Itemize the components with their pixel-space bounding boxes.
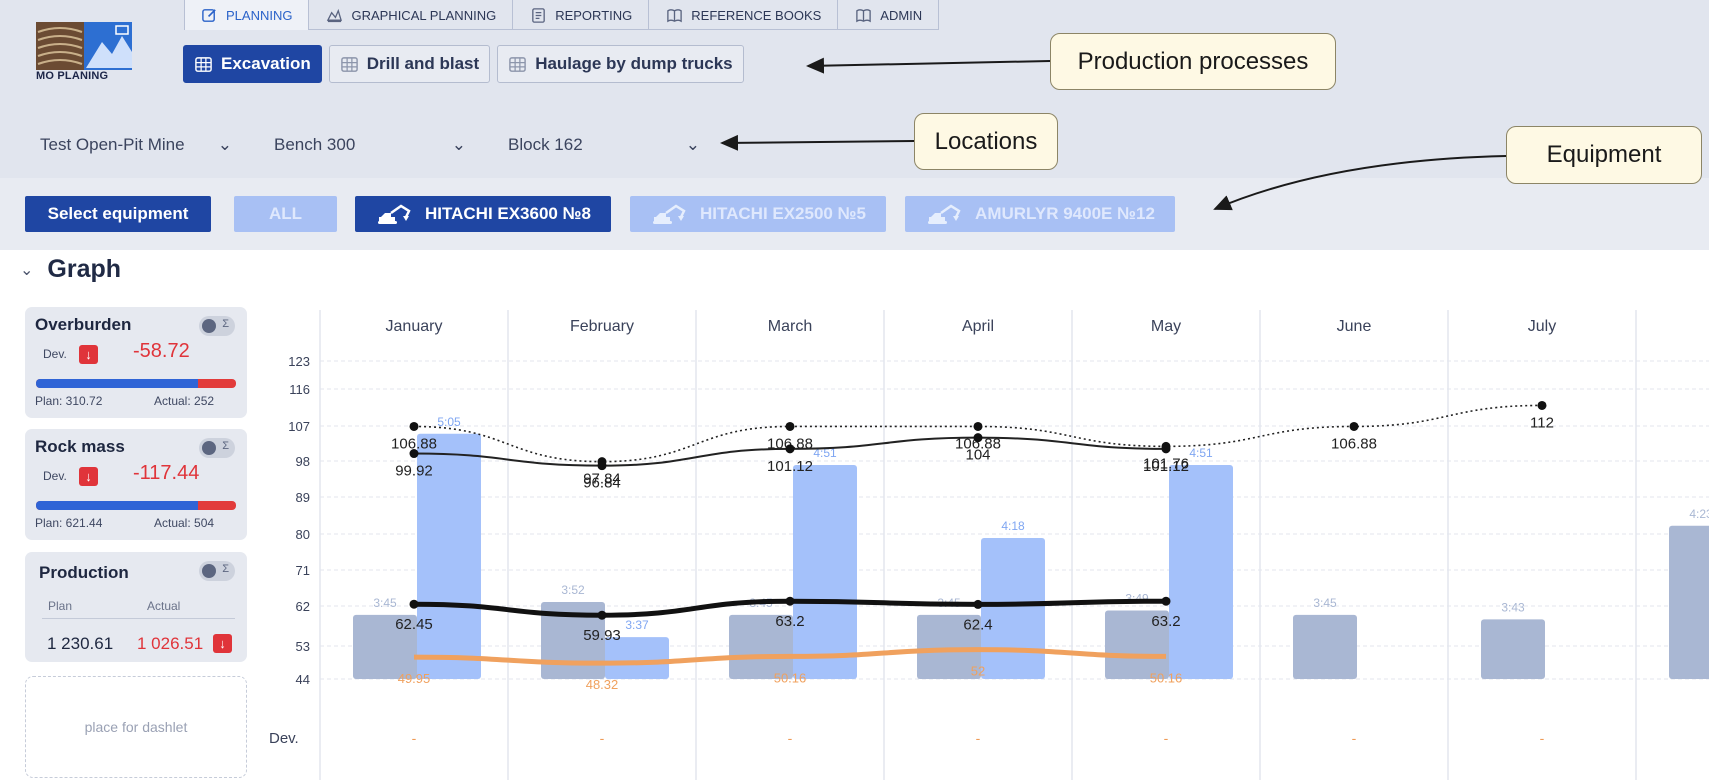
thick-line-point: [973, 599, 983, 609]
thick-point-label: 63.2: [1151, 613, 1180, 630]
month-label: January: [385, 318, 443, 335]
plan-bar-label: 3:43: [1501, 600, 1525, 614]
actual-bar: [981, 538, 1045, 679]
dotted-line-point: [1349, 421, 1359, 431]
thin-line-point: [785, 444, 795, 454]
plan-bar-label: 3:45: [1313, 596, 1337, 610]
thin-point-label: 104: [965, 447, 990, 464]
deviation-value: -: [1163, 730, 1169, 746]
thick-point-label: 59.93: [583, 627, 621, 644]
thick-line-point: [597, 610, 607, 620]
plan-bar: [1293, 614, 1357, 679]
production-chart: 445362718089981071161233:453:523:45 3:45 3…: [288, 310, 1709, 780]
thin-point-label: 96.84: [583, 475, 621, 492]
month-label: February: [569, 318, 635, 335]
actual-bar-label: 5:05: [437, 415, 461, 429]
y-tick-label: 71: [296, 563, 310, 578]
dotted-point-label: 106.88: [1331, 435, 1377, 452]
deviation-value: -: [787, 730, 793, 746]
orange-point-label: 49.95: [398, 671, 431, 686]
y-tick-label: 98: [296, 454, 310, 469]
plan-bar-label: 3:52: [561, 583, 585, 597]
thin-line-point: [597, 461, 607, 471]
app-root: MO PLANING PLANNING GRAPHICAL PLANNING R…: [0, 0, 1709, 782]
month-label: May: [1150, 318, 1182, 335]
dev-row-label: Dev.: [269, 730, 299, 747]
orange-point-label: 52: [971, 664, 985, 679]
thin-point-label: 101.12: [1143, 458, 1189, 475]
actual-bar-label: 4:18: [1001, 519, 1025, 533]
plan-bar-label: 4:23: [1689, 507, 1709, 521]
y-tick-label: 62: [296, 599, 310, 614]
month-label: June: [1336, 318, 1372, 335]
thick-point-label: 63.2: [775, 613, 804, 630]
month-label: April: [961, 318, 994, 335]
y-tick-label: 53: [296, 639, 310, 654]
dotted-line-point: [409, 421, 419, 431]
thick-line-point: [1161, 596, 1171, 606]
thick-point-label: 62.4: [963, 616, 992, 633]
actual-bar-label: 3:37: [625, 618, 649, 632]
thick-point-label: 62.45: [395, 616, 433, 633]
y-tick-label: 107: [288, 419, 310, 434]
thin-line-point: [409, 449, 419, 459]
dotted-line-point: [1537, 400, 1547, 410]
actual-bar-label: 4:51: [1189, 446, 1213, 460]
y-tick-label: 80: [296, 527, 310, 542]
dotted-line-point: [973, 421, 983, 431]
deviation-value: -: [599, 730, 605, 746]
dotted-point-label: 112: [1530, 414, 1554, 431]
orange-point-label: 50.16: [774, 670, 807, 685]
thick-line-point: [785, 596, 795, 606]
y-tick-label: 89: [296, 490, 310, 505]
deviation-value: -: [975, 730, 981, 746]
plan-bar: [1669, 525, 1709, 679]
orange-point-label: 48.32: [586, 677, 619, 692]
plan-bar: [1481, 619, 1545, 679]
month-label: July: [1527, 318, 1557, 335]
actual-bar: [793, 465, 857, 679]
orange-point-label: 50.16: [1150, 670, 1183, 685]
dotted-line-point: [785, 421, 795, 431]
deviation-value: -: [1351, 730, 1357, 746]
deviation-value: -: [1539, 730, 1545, 746]
y-tick-label: 44: [296, 672, 310, 687]
actual-bar: [1169, 465, 1233, 679]
thin-point-label: 99.92: [395, 463, 433, 480]
deviation-value: -: [411, 730, 417, 746]
plan-bar-label: 3:45: [373, 596, 397, 610]
y-tick-label: 123: [288, 354, 310, 369]
thin-point-label: 101.12: [767, 458, 813, 475]
month-label: A: [1636, 318, 1709, 336]
thin-line-point: [973, 433, 983, 443]
thin-line-point: [1161, 444, 1171, 454]
y-tick-label: 116: [289, 382, 310, 397]
thick-line-point: [409, 599, 419, 609]
month-label: March: [767, 318, 813, 335]
